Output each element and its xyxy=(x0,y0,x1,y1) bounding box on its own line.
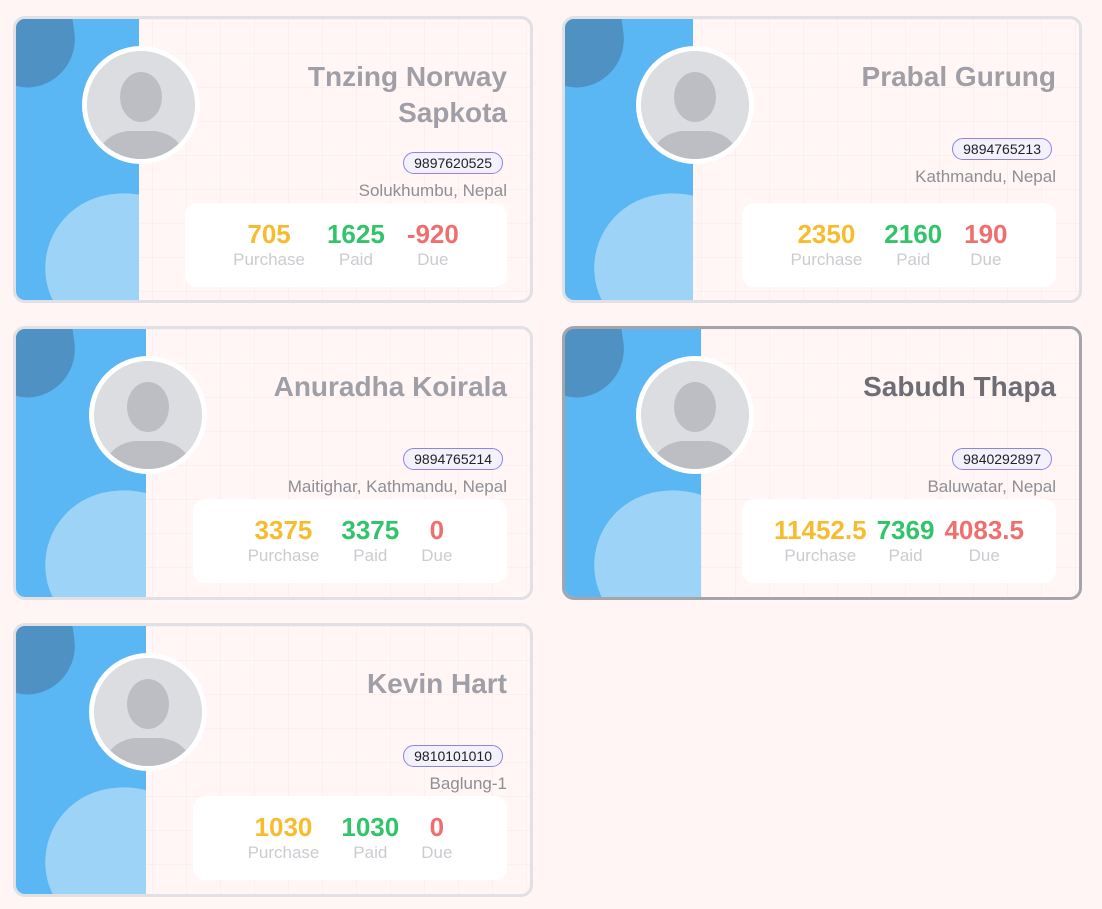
customer-card-grid: Tnzing Norway Sapkota 9897620525 Solukhu… xyxy=(0,0,1102,909)
paid-label: Paid xyxy=(353,546,388,565)
default-user-avatar-icon xyxy=(89,653,207,771)
due-label: Due xyxy=(421,546,453,565)
default-user-avatar-icon xyxy=(636,46,754,164)
paid-stat: 2160 Paid xyxy=(884,219,942,271)
customer-card[interactable]: Tnzing Norway Sapkota 9897620525 Solukhu… xyxy=(13,16,533,303)
paid-value: 1625 xyxy=(326,219,385,249)
default-user-avatar-icon xyxy=(82,46,200,164)
due-stat: 190 Due xyxy=(964,219,1007,271)
decorative-blob xyxy=(565,19,631,93)
paid-label: Paid xyxy=(888,546,923,565)
due-label: Due xyxy=(970,250,1002,269)
purchase-label: Purchase xyxy=(233,250,305,269)
due-stat: 0 Due xyxy=(421,515,452,567)
purchase-value: 2350 xyxy=(797,219,856,249)
paid-stat: 1625 Paid xyxy=(327,219,385,271)
paid-label: Paid xyxy=(896,250,931,269)
customer-name: Prabal Gurung xyxy=(861,61,1056,92)
decorative-blob xyxy=(29,768,146,894)
due-value: 0 xyxy=(429,812,445,842)
due-value: 4083.5 xyxy=(944,515,1024,545)
paid-label: Paid xyxy=(353,843,388,862)
decorative-blob xyxy=(578,471,701,597)
customer-address: Maitighar, Kathmandu, Nepal xyxy=(287,477,507,496)
phone-badge[interactable]: 9810101010 xyxy=(403,745,503,767)
decorative-blob xyxy=(578,174,693,300)
due-value: -920 xyxy=(406,219,459,249)
balance-summary: 11452.5 Purchase 7369 Paid 4083.5 Due xyxy=(742,499,1056,583)
paid-value: 3375 xyxy=(341,515,400,545)
default-user-avatar-icon xyxy=(89,356,207,474)
due-label: Due xyxy=(417,250,449,269)
phone-badge[interactable]: 9897620525 xyxy=(403,152,503,174)
paid-label: Paid xyxy=(338,250,373,269)
customer-card[interactable]: Kevin Hart 9810101010 Baglung-1 1030 Pur… xyxy=(13,623,533,897)
purchase-stat: 1030 Purchase xyxy=(248,812,320,864)
balance-summary: 705 Purchase 1625 Paid -920 Due xyxy=(185,203,507,287)
customer-name: Tnzing Norway Sapkota xyxy=(307,61,507,128)
decorative-blob xyxy=(29,471,146,597)
default-user-avatar-icon xyxy=(636,356,754,474)
purchase-value: 11452.5 xyxy=(774,515,867,545)
paid-value: 2160 xyxy=(884,219,943,249)
customer-address: Baglung-1 xyxy=(429,774,507,793)
purchase-label: Purchase xyxy=(247,843,320,862)
paid-value: 7369 xyxy=(876,515,935,545)
customer-card[interactable]: Anuradha Koirala 9894765214 Maitighar, K… xyxy=(13,326,533,600)
customer-name: Sabudh Thapa xyxy=(863,371,1056,402)
purchase-label: Purchase xyxy=(790,250,863,269)
due-stat: 4083.5 Due xyxy=(944,515,1024,567)
purchase-value: 705 xyxy=(247,219,291,249)
customer-address: Solukhumbu, Nepal xyxy=(358,181,507,200)
decorative-blob xyxy=(29,174,139,300)
paid-stat: 1030 Paid xyxy=(341,812,399,864)
paid-value: 1030 xyxy=(341,812,400,842)
purchase-value: 3375 xyxy=(254,515,313,545)
due-value: 0 xyxy=(429,515,445,545)
customer-card-selected[interactable]: Sabudh Thapa 9840292897 Baluwatar, Nepal… xyxy=(562,326,1082,600)
purchase-stat: 3375 Purchase xyxy=(248,515,320,567)
customer-address: Kathmandu, Nepal xyxy=(915,167,1056,186)
paid-stat: 3375 Paid xyxy=(341,515,399,567)
due-value: 190 xyxy=(964,219,1008,249)
purchase-label: Purchase xyxy=(784,546,857,565)
phone-badge[interactable]: 9894765214 xyxy=(403,448,503,470)
phone-badge[interactable]: 9894765213 xyxy=(952,138,1052,160)
balance-summary: 3375 Purchase 3375 Paid 0 Due xyxy=(193,499,507,583)
purchase-value: 1030 xyxy=(254,812,313,842)
purchase-stat: 705 Purchase xyxy=(233,219,305,271)
purchase-stat: 11452.5 Purchase xyxy=(774,515,867,567)
customer-address: Baluwatar, Nepal xyxy=(927,477,1056,496)
purchase-stat: 2350 Purchase xyxy=(790,219,862,271)
balance-summary: 2350 Purchase 2160 Paid 190 Due xyxy=(742,203,1056,287)
decorative-blob xyxy=(565,329,631,403)
decorative-blob xyxy=(16,329,82,403)
customer-card[interactable]: Prabal Gurung 9894765213 Kathmandu, Nepa… xyxy=(562,16,1082,303)
customer-name: Anuradha Koirala xyxy=(273,371,507,402)
paid-stat: 7369 Paid xyxy=(877,515,935,567)
due-stat: -920 Due xyxy=(407,219,459,271)
decorative-blob xyxy=(16,626,82,700)
due-stat: 0 Due xyxy=(421,812,452,864)
customer-name: Kevin Hart xyxy=(366,668,507,699)
purchase-label: Purchase xyxy=(247,546,320,565)
balance-summary: 1030 Purchase 1030 Paid 0 Due xyxy=(193,796,507,880)
decorative-blob xyxy=(16,19,82,93)
due-label: Due xyxy=(968,546,1000,565)
due-label: Due xyxy=(421,843,453,862)
phone-badge[interactable]: 9840292897 xyxy=(952,448,1052,470)
